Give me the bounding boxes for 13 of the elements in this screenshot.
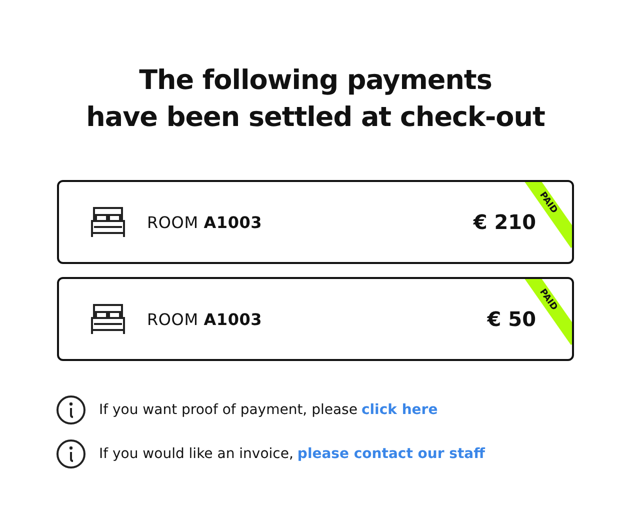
bed-icon [89,206,127,238]
bed-icon [89,303,127,335]
page-title: The following payments have been settled at check-out [85,64,546,135]
info-icon [56,439,86,469]
amount: € 50 [487,307,536,331]
contact-link[interactable]: click here [361,402,438,418]
amount: € 210 [473,210,536,234]
note-text: If you want proof of payment, please [99,402,358,418]
room-label: ROOM A1003 [147,212,262,232]
note-text: If you would like an invoice, [99,446,294,462]
contact-link[interactable]: please contact our staff [297,446,485,462]
info-icon [56,395,86,425]
room-label: ROOM A1003 [147,310,262,328]
